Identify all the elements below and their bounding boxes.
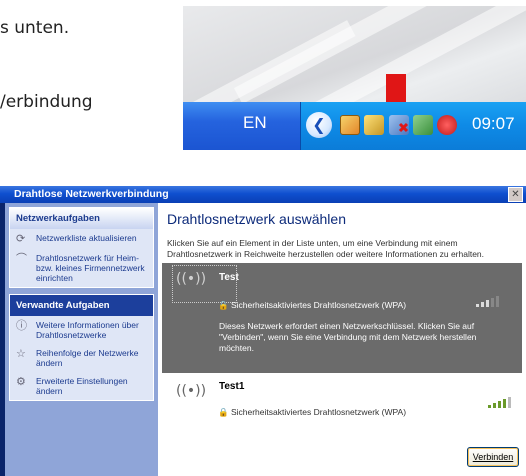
show-hidden-icons-button[interactable]: ❮ [306, 112, 332, 138]
task-setup-network[interactable]: ⌒ Drahtlosnetzwerk für Heim- bzw. kleine… [10, 249, 153, 287]
page-title: Drahtlosnetzwerk auswählen [167, 211, 346, 227]
wireless-disconnected-icon[interactable] [389, 115, 409, 135]
signal-strength-icon [488, 397, 511, 408]
task-label: Drahtlosnetzwerk für Heim- bzw. kleines … [36, 253, 145, 283]
info-icon: ⓘ [16, 320, 27, 332]
network-icon[interactable] [413, 115, 433, 135]
wireless-antenna-icon: ((•)) [176, 271, 207, 287]
dialog-titlebar[interactable]: Drahtlose Netzwerkverbindung ✕ [0, 186, 526, 203]
network-message: Dieses Netzwerk erfordert einen Netzwerk… [219, 321, 477, 353]
connect-button[interactable]: Verbinden [467, 447, 519, 467]
clock[interactable]: 09:07 [472, 114, 515, 134]
security-shield-icon[interactable] [437, 115, 457, 135]
task-advanced-settings[interactable]: ⚙ Erweiterte Einstellungen ändern [10, 372, 153, 400]
related-tasks-panel: Verwandte Aufgaben ⓘ Weitere Information… [9, 294, 154, 401]
page-description: Klicken Sie auf ein Element in der Liste… [167, 238, 485, 259]
security-label: Sicherheitsaktiviertes Drahtlosnetzwerk … [230, 407, 407, 417]
task-pane: Netzwerkaufgaben ⟳ Netzwerkliste aktuali… [5, 203, 158, 476]
settings-icon: ⚙ [16, 376, 26, 388]
network-name: Test1 [219, 381, 245, 392]
network-list-pane: Drahtlosnetzwerk auswählen Klicken Sie a… [158, 203, 526, 476]
network-security: 🔒 Sicherheitsaktiviertes Drahtlosnetzwer… [218, 407, 407, 417]
taskbar-screenshot: EN ❮ 09:07 [183, 6, 526, 150]
network-tasks-title: Netzwerkaufgaben [10, 208, 153, 229]
task-label: Netzwerkliste aktualisieren [36, 233, 137, 243]
task-label: Reihenfolge der Netzwerke ändern [36, 348, 139, 368]
signal-strength-icon [476, 296, 499, 307]
close-button[interactable]: ✕ [508, 187, 523, 202]
network-tasks-panel: Netzwerkaufgaben ⟳ Netzwerkliste aktuali… [9, 207, 154, 288]
system-tray: ❮ 09:07 [300, 102, 526, 150]
dialog-title: Drahtlose Netzwerkverbindung [14, 188, 169, 200]
task-label: Weitere Informationen über Drahtlosnetzw… [36, 320, 139, 340]
instruction-text-2: /erbindung [0, 92, 93, 112]
network-item-test[interactable]: ((•)) Test 🔒 Sicherheitsaktiviertes Drah… [162, 263, 522, 373]
star-icon: ☆ [16, 348, 26, 360]
tray-app-icon[interactable] [340, 115, 360, 135]
network-security: 🔒 Sicherheitsaktiviertes Drahtlosnetzwer… [218, 300, 407, 310]
network-list: ((•)) Test 🔒 Sicherheitsaktiviertes Drah… [162, 263, 526, 443]
network-item-test1[interactable]: ((•)) Test1 🔒 Sicherheitsaktiviertes Dra… [162, 375, 522, 425]
related-tasks-title: Verwandte Aufgaben [10, 295, 153, 316]
tray-user-icon[interactable] [364, 115, 384, 135]
wireless-connection-dialog: Drahtlose Netzwerkverbindung ✕ Netzwerka… [0, 186, 526, 476]
network-name: Test [219, 272, 239, 283]
wireless-antenna-icon: ((•)) [176, 383, 207, 399]
language-indicator[interactable]: EN [243, 113, 267, 133]
taskbar: EN ❮ 09:07 [183, 102, 526, 150]
task-refresh-network-list[interactable]: ⟳ Netzwerkliste aktualisieren [10, 229, 153, 249]
instruction-text-1: s unten. [0, 18, 70, 38]
security-label: Sicherheitsaktiviertes Drahtlosnetzwerk … [230, 300, 407, 310]
task-more-info[interactable]: ⓘ Weitere Informationen über Drahtlosnet… [10, 316, 153, 344]
refresh-icon: ⟳ [16, 233, 26, 245]
task-change-order[interactable]: ☆ Reihenfolge der Netzwerke ändern [10, 344, 153, 372]
network-setup-icon: ⌒ [16, 253, 27, 265]
task-label: Erweiterte Einstellungen ändern [36, 376, 128, 396]
